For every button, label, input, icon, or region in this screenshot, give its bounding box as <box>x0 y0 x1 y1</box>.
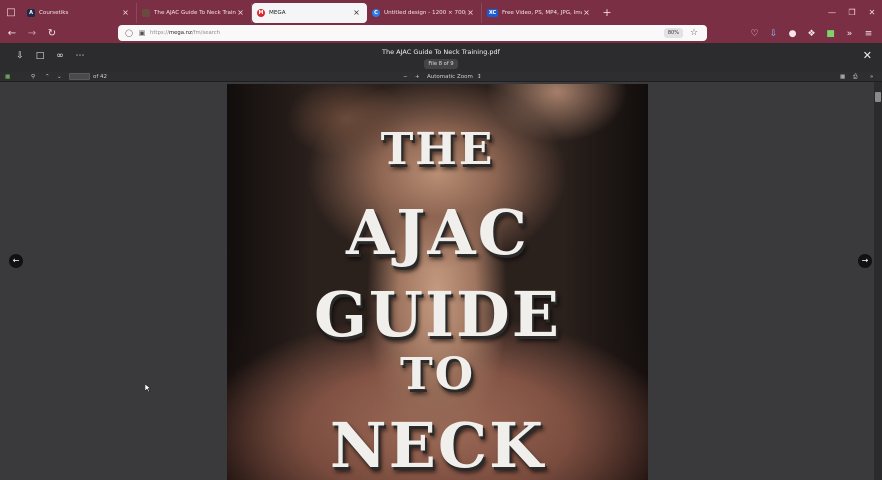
tab-label: The AJAC Guide To Neck Training <box>154 9 236 16</box>
tab-label: Free Video, PS, MP4, JPG, Image, PDF <box>502 9 582 16</box>
mega-favicon-icon: M <box>257 8 265 17</box>
reload-icon[interactable]: ↻ <box>42 24 62 43</box>
url-domain: mega.nz <box>169 30 192 36</box>
close-window-icon[interactable]: ✕ <box>862 8 882 17</box>
tools-icon[interactable]: » <box>870 73 873 81</box>
pdf-thumbnail-favicon-icon <box>142 8 150 17</box>
print-icon[interactable]: ⎙ <box>853 73 857 81</box>
open-file-icon[interactable]: ▦ <box>840 73 845 81</box>
close-tab-icon[interactable]: × <box>352 8 361 17</box>
close-tab-icon[interactable]: × <box>466 8 475 17</box>
pdf-toolbar: ▦ ⚲ ⌃ ⌄ of 42 − + Automatic Zoom ↕ ▦ ⎙ » <box>0 72 882 82</box>
close-viewer-icon[interactable]: ✕ <box>863 49 872 62</box>
previous-page-icon[interactable]: ⌃ <box>45 73 50 81</box>
extensions-icon[interactable]: ❖ <box>802 29 821 39</box>
viewer-header: ⇩ □ ∞ ⋯ The AJAC Guide To Neck Training.… <box>0 43 882 72</box>
cover-title-line-2: AJAC <box>346 196 529 269</box>
forward-icon[interactable]: → <box>22 24 42 43</box>
previous-file-arrow-icon[interactable]: ← <box>9 254 23 268</box>
close-tab-icon[interactable]: × <box>582 8 591 17</box>
pocket-icon[interactable]: ♡ <box>745 29 764 39</box>
maximize-icon[interactable]: ❐ <box>842 8 862 17</box>
next-file-arrow-icon[interactable]: → <box>858 254 872 268</box>
zoom-level-badge[interactable]: 80% <box>663 28 683 38</box>
overflow-icon[interactable]: » <box>840 29 859 39</box>
shield-icon[interactable]: ◯ <box>124 29 134 37</box>
mouse-cursor-icon <box>145 384 151 392</box>
pdf-viewer[interactable]: ← → THE AJAC GUIDE TO NECK <box>0 82 882 480</box>
zoom-dropdown-icon[interactable]: ↕ <box>477 73 482 81</box>
url-path: /fm/search <box>191 30 221 36</box>
account-icon[interactable]: ● <box>783 29 802 39</box>
cover-title-line-3: GUIDE <box>313 278 562 351</box>
sidebar-toggle-icon[interactable]: ▦ <box>5 73 10 81</box>
xc-favicon-icon: XC <box>487 8 498 17</box>
tab-mega[interactable]: M MEGA × <box>252 2 367 23</box>
tab-label: Coursetiks <box>39 9 69 16</box>
cover-title-line-5: NECK <box>329 409 546 480</box>
new-tab-icon[interactable]: + <box>597 6 617 19</box>
close-tab-icon[interactable]: × <box>121 8 130 17</box>
zoom-select[interactable]: Automatic Zoom <box>427 73 473 81</box>
back-icon[interactable]: ← <box>2 24 22 43</box>
tab-free-converter[interactable]: XC Free Video, PS, MP4, JPG, Image, PDF … <box>482 3 597 23</box>
url-prefix: https:// <box>150 30 169 36</box>
toolbar-right: ♡ ⇩ ● ❖ ■ » ≡ <box>745 24 878 43</box>
scrollbar[interactable] <box>874 82 882 480</box>
cover-title-line-1: THE <box>380 124 495 175</box>
tab-strip: □ A Coursetiks × The AJAC Guide To Neck … <box>0 0 882 24</box>
zoom-in-icon[interactable]: + <box>415 73 420 81</box>
find-icon[interactable]: ⚲ <box>31 73 35 81</box>
lock-icon[interactable]: ▣ <box>137 29 147 37</box>
list-all-tabs-icon[interactable]: □ <box>0 0 22 24</box>
extension-icon[interactable]: ■ <box>821 29 840 39</box>
tab-label: MEGA <box>269 9 286 16</box>
file-counter: File 8 of 9 <box>424 59 458 69</box>
canva-favicon-icon: C <box>372 8 380 17</box>
page-number-input[interactable] <box>69 73 90 80</box>
tab-label: Untitled design - 1200 × 700px <box>384 9 466 16</box>
tab-untitled-design[interactable]: C Untitled design - 1200 × 700px × <box>367 2 482 23</box>
coursetiks-favicon-icon: A <box>27 8 35 17</box>
menu-icon[interactable]: ≡ <box>859 29 878 39</box>
file-title: The AJAC Guide To Neck Training.pdf <box>382 48 500 56</box>
zoom-out-icon[interactable]: − <box>403 73 408 81</box>
bookmark-star-icon[interactable]: ☆ <box>687 28 701 38</box>
window-controls: — ❐ ✕ <box>822 0 882 24</box>
navigation-bar: ← → ↻ ◯ ▣ https://mega.nz/fm/search 80% … <box>0 24 882 43</box>
scroll-thumb[interactable] <box>875 92 881 102</box>
page-total: of 42 <box>93 74 108 80</box>
close-tab-icon[interactable]: × <box>236 8 245 17</box>
downloads-icon[interactable]: ⇩ <box>764 29 783 39</box>
url-bar[interactable]: ◯ ▣ https://mega.nz/fm/search 80% ☆ <box>118 25 707 41</box>
pdf-page-cover: THE AJAC GUIDE TO NECK <box>227 84 648 480</box>
next-page-icon[interactable]: ⌄ <box>57 73 62 81</box>
minimize-icon[interactable]: — <box>822 8 842 17</box>
tab-coursetiks[interactable]: A Coursetiks × <box>22 2 137 23</box>
url-text[interactable]: https://mega.nz/fm/search <box>150 30 220 36</box>
cover-title-line-4: TO <box>399 349 476 400</box>
tab-ajac-guide[interactable]: The AJAC Guide To Neck Training × <box>137 2 252 23</box>
